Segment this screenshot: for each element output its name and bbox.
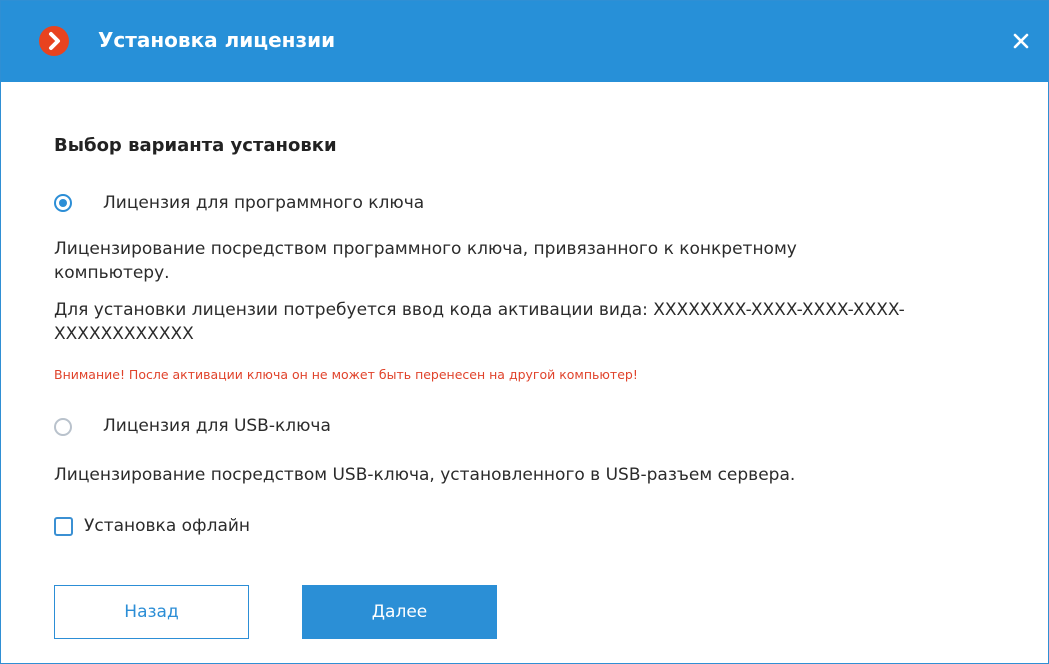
software-key-description-line: Лицензирование посредством программного …: [54, 239, 797, 259]
option-usb-key-label[interactable]: Лицензия для USB-ключа: [103, 416, 331, 436]
usb-key-description-line: Лицензирование посредством USB-ключа, ус…: [54, 465, 796, 485]
warning-text: Внимание! После активации ключа он не мо…: [54, 367, 638, 382]
next-button[interactable]: Далее: [302, 585, 497, 639]
app-logo-icon: [39, 26, 69, 56]
section-title: Выбор варианта установки: [54, 135, 337, 156]
close-icon[interactable]: [1006, 26, 1036, 56]
offline-checkbox[interactable]: [54, 517, 73, 536]
title-bar: Установка лицензии: [1, 1, 1048, 82]
radio-software-key[interactable]: [54, 194, 72, 212]
option-software-key-label[interactable]: Лицензия для программного ключа: [103, 193, 424, 213]
offline-checkbox-label[interactable]: Установка офлайн: [84, 516, 250, 536]
dialog-title: Установка лицензии: [98, 28, 336, 52]
software-key-description-line: компьютеру.: [54, 263, 170, 283]
radio-usb-key[interactable]: [54, 418, 72, 436]
license-install-dialog: Установка лицензии Выбор варианта устано…: [0, 0, 1049, 664]
software-key-description-line: Для установки лицензии потребуется ввод …: [54, 300, 905, 320]
software-key-description-line: XXXXXXXXXXXX: [54, 324, 194, 344]
back-button[interactable]: Назад: [54, 585, 249, 639]
close-button[interactable]: [1006, 26, 1036, 56]
